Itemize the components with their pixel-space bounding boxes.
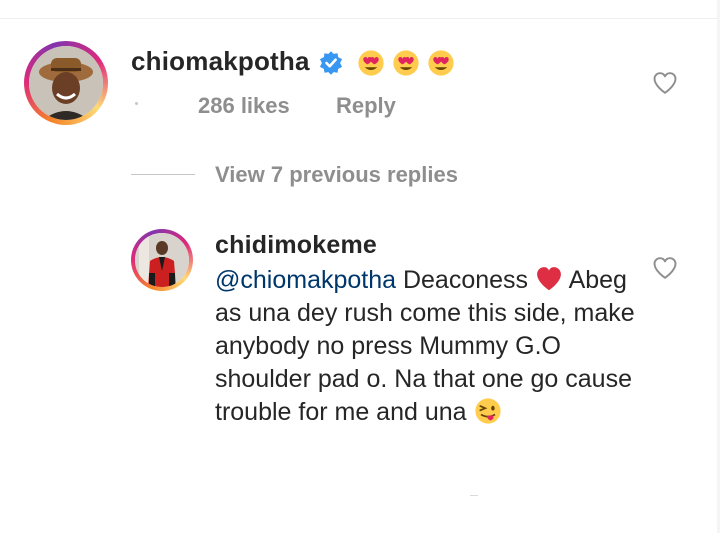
verified-badge-icon [319,51,343,75]
comment-likes-count[interactable]: 286 likes [198,93,290,119]
reply-text-part: Deaconess [396,266,535,294]
heart-eyes-emoji-icon [393,50,419,76]
comment-avatar[interactable] [24,41,108,125]
avatar-photo [135,233,189,287]
bottom-divider [470,495,478,496]
reply-button[interactable]: Reply [336,93,396,119]
like-heart-icon[interactable] [651,69,679,97]
like-heart-icon[interactable] [651,254,679,282]
avatar-photo [29,46,103,120]
reply-avatar[interactable] [131,229,193,291]
top-divider [0,18,720,19]
heart-eyes-emoji-icon [358,50,384,76]
mention-link[interactable]: @chiomakpotha [215,266,396,294]
winking-tongue-emoji-icon [474,398,501,424]
comment-username[interactable]: chiomakpotha [131,46,310,77]
view-previous-replies-button[interactable]: View 7 previous replies [215,162,458,188]
reply-text: @chiomakpotha Deaconess Abeg as una dey … [215,264,645,429]
reply-username[interactable]: chidimokeme [215,231,377,260]
heart-eyes-emoji-icon [428,50,454,76]
replies-divider-line [131,174,195,175]
separator-dot [135,102,138,105]
red-heart-emoji-icon [537,267,561,291]
